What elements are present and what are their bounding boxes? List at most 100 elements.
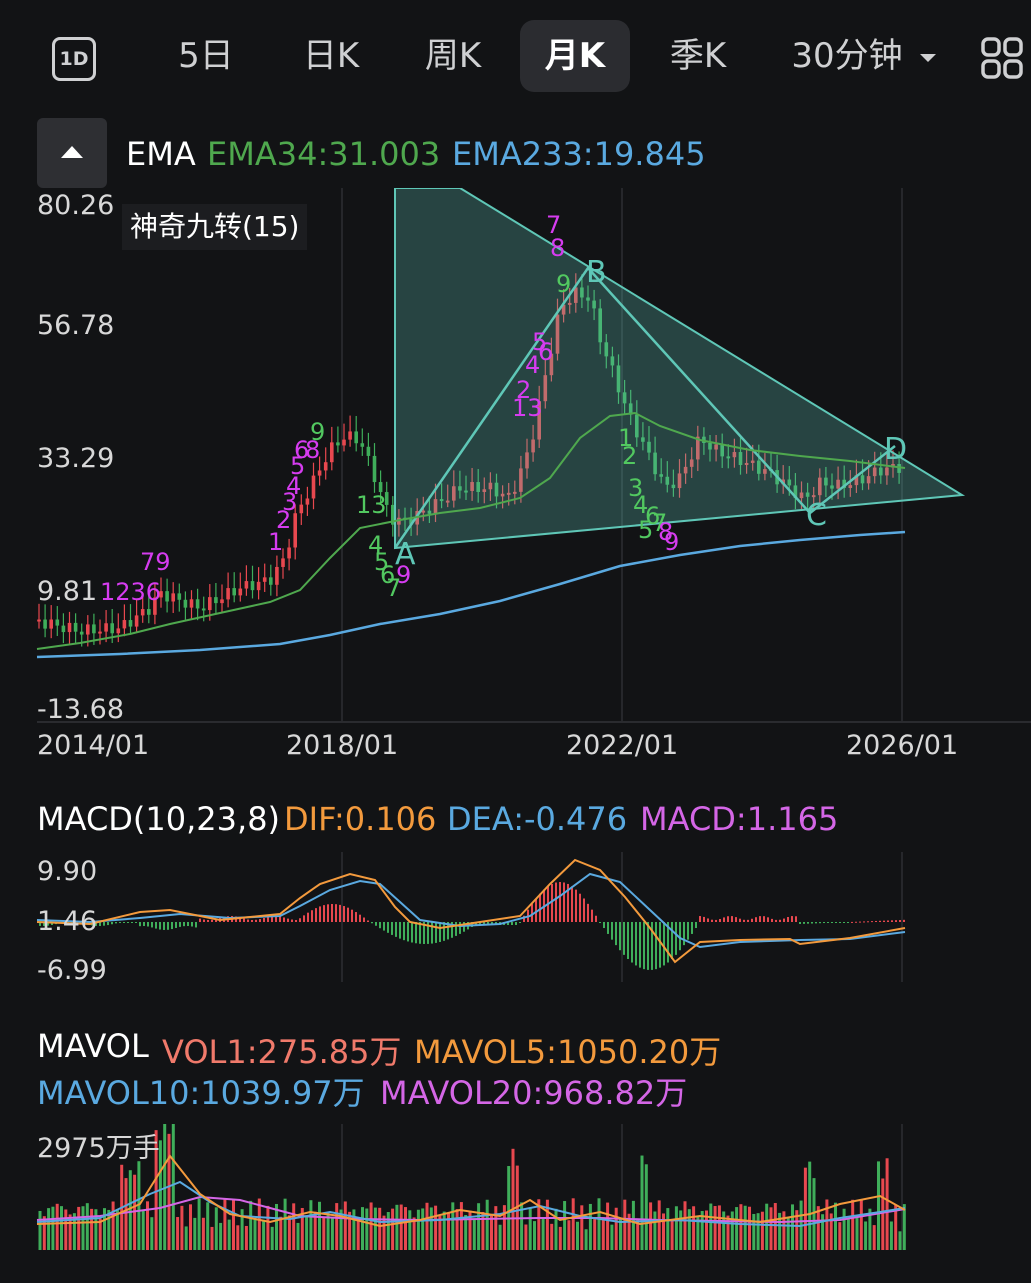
nine-turn-marker: 2 <box>622 442 637 470</box>
tab-30min[interactable]: 30分钟 <box>782 20 912 92</box>
volume-bar <box>180 1205 184 1250</box>
volume-bar <box>352 1209 356 1250</box>
candle-body <box>110 623 114 634</box>
macd-bar <box>327 904 329 922</box>
main-chart[interactable]: 123679123456891345679132456789123456789 … <box>0 188 1031 728</box>
volume-bar <box>227 1219 231 1250</box>
candle-body <box>299 504 304 514</box>
volume-bar <box>541 1217 545 1250</box>
candle-body <box>372 455 377 483</box>
volume-bar <box>408 1210 412 1250</box>
volume-bar <box>610 1224 614 1250</box>
1d-icon[interactable]: 1D <box>52 37 96 81</box>
candle-body <box>195 599 200 609</box>
volume-bar <box>451 1202 455 1250</box>
macd-bar <box>191 922 193 927</box>
macd-bar <box>787 917 789 922</box>
volume-bar <box>769 1207 773 1250</box>
macd-bar <box>803 922 805 924</box>
volume-bar <box>55 1203 59 1250</box>
candle-body <box>201 608 206 611</box>
volume-bar <box>485 1199 489 1250</box>
macd-bar <box>775 919 777 922</box>
volume-bar <box>584 1229 588 1250</box>
tab-weekly-k[interactable]: 周K <box>407 20 499 92</box>
volume-bar <box>416 1209 420 1250</box>
nine-turn-marker: 6 <box>538 338 553 366</box>
volume-bar <box>249 1200 253 1250</box>
macd-bar <box>387 922 389 933</box>
x-tick: 2014/01 <box>37 730 150 761</box>
macd-dif: DIF:0.106 <box>284 800 437 838</box>
volume-bar <box>309 1200 313 1250</box>
volume-bar <box>98 1218 102 1250</box>
volume-bar <box>296 1222 300 1250</box>
volume-bar <box>687 1209 691 1250</box>
macd-bar <box>795 916 797 922</box>
collapse-button[interactable] <box>37 118 107 188</box>
macd-bar <box>591 909 593 922</box>
volume-bar <box>232 1199 235 1250</box>
volume-bar <box>373 1207 377 1250</box>
tab-quarterly-k[interactable]: 季K <box>652 20 744 92</box>
volume-bar <box>111 1201 115 1250</box>
macd-bar <box>607 922 609 934</box>
macd-bar <box>767 917 769 922</box>
macd-bar <box>351 909 353 922</box>
macd-bar <box>763 916 765 922</box>
volume-bar <box>563 1201 567 1250</box>
volume-bar <box>717 1205 721 1250</box>
macd-bar <box>131 922 133 923</box>
macd-bar <box>135 922 137 923</box>
volume-bar <box>739 1204 743 1250</box>
volume-bar <box>730 1211 734 1250</box>
macd-bar <box>291 919 293 922</box>
volume-bar <box>47 1208 51 1250</box>
volume-bar <box>791 1204 794 1250</box>
tab-daily-k[interactable]: 日K <box>285 20 377 92</box>
candle-body <box>250 581 255 591</box>
volume-bar <box>494 1206 498 1250</box>
candle-body <box>226 588 230 600</box>
volume-bar <box>662 1213 665 1250</box>
macd-bar <box>847 922 849 923</box>
candle-body <box>177 593 182 600</box>
candle-body <box>104 623 108 632</box>
macd-bar <box>599 922 601 923</box>
macd-bar <box>411 922 413 943</box>
volume-bar <box>674 1206 678 1250</box>
tab-monthly-k[interactable]: 月K <box>520 20 630 92</box>
nine-turn-marker: 9 <box>664 528 679 556</box>
volume-bar <box>176 1217 180 1250</box>
candle-body <box>208 597 212 611</box>
macd-bar <box>391 922 393 935</box>
volume-bar <box>382 1215 386 1250</box>
period-toolbar: 1D 5日 日K 周K 月K 季K 30分钟 <box>0 0 1031 118</box>
macd-bar <box>431 922 433 944</box>
volume-bar <box>760 1211 764 1250</box>
candle-body <box>360 443 365 447</box>
macd-bar <box>855 921 857 923</box>
candle-body <box>189 599 194 608</box>
volume-bar <box>335 1203 339 1250</box>
macd-bar <box>635 922 637 966</box>
candle-body <box>220 599 224 604</box>
macd-title: MACD(10,23,8) <box>37 800 281 838</box>
x-tick: 2018/01 <box>286 730 399 761</box>
tab-5day[interactable]: 5日 <box>160 20 252 92</box>
volume-bar <box>197 1198 201 1250</box>
chevron-down-icon[interactable] <box>918 52 938 64</box>
candle-body <box>275 566 279 585</box>
macd-bar <box>623 922 625 955</box>
grid-icon[interactable] <box>980 36 1024 80</box>
macd-bar <box>703 916 705 922</box>
volume-bar <box>244 1225 248 1250</box>
macd-bar <box>195 922 197 928</box>
volume-bar <box>490 1214 493 1250</box>
volume-bar <box>64 1209 68 1250</box>
candle-body <box>323 462 328 471</box>
macd-y-tick: 1.46 <box>37 906 98 937</box>
volume-bar <box>287 1215 291 1250</box>
macd-chart[interactable] <box>0 852 1031 984</box>
volume-bar <box>511 1148 515 1250</box>
